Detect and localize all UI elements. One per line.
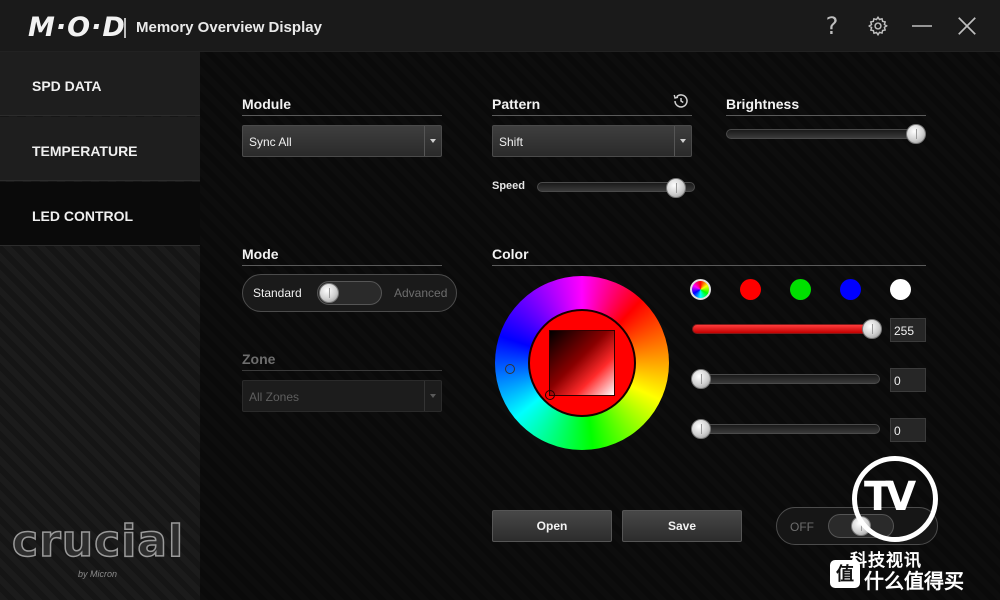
zone-heading: Zone <box>242 351 442 371</box>
red-value-field[interactable]: 255 <box>890 318 926 342</box>
green-swatch[interactable] <box>790 279 811 300</box>
module-dropdown[interactable]: Sync All <box>242 125 442 157</box>
zone-dropdown-value: All Zones <box>249 390 300 404</box>
app-title: Memory Overview Display <box>136 19 322 36</box>
micron-logo: by Micron <box>78 569 118 579</box>
green-channel-slider[interactable] <box>692 374 880 384</box>
sidebar-item-label: SPD DATA <box>32 78 102 94</box>
rainbow-swatch[interactable] <box>690 279 711 300</box>
close-icon[interactable] <box>953 12 981 40</box>
mode-toggle-switch[interactable] <box>317 281 382 305</box>
red-channel-knob[interactable] <box>862 319 882 339</box>
green-value-field[interactable]: 0 <box>890 368 926 392</box>
chevron-down-icon <box>424 126 441 156</box>
zone-dropdown: All Zones <box>242 380 442 412</box>
sidebar-item-label: LED CONTROL <box>32 208 134 224</box>
gear-icon[interactable] <box>864 12 892 40</box>
watermark-badge: 值 <box>830 560 860 588</box>
hue-marker[interactable] <box>505 364 515 374</box>
mode-standard-label: Standard <box>253 286 302 300</box>
blue-value-field[interactable]: 0 <box>890 418 926 442</box>
speed-slider-knob[interactable] <box>666 178 686 198</box>
power-off-label: OFF <box>790 520 814 534</box>
chevron-down-icon <box>674 126 691 156</box>
blue-swatch[interactable] <box>840 279 861 300</box>
title-divider <box>124 18 126 38</box>
pattern-dropdown[interactable]: Shift <box>492 125 692 157</box>
saturation-value-marker[interactable] <box>545 390 555 400</box>
sidebar-item-spd-data[interactable]: SPD DATA <box>0 52 200 116</box>
chevron-down-icon <box>424 381 441 411</box>
sidebar-item-label: TEMPERATURE <box>32 143 138 159</box>
pattern-heading: Pattern <box>492 96 692 116</box>
mode-heading: Mode <box>242 246 442 266</box>
history-icon[interactable] <box>672 92 690 110</box>
sidebar-item-temperature[interactable]: TEMPERATURE <box>0 117 200 181</box>
red-channel-slider[interactable] <box>692 324 880 334</box>
open-button[interactable]: Open <box>492 510 612 542</box>
title-bar: M·O·D Memory Overview Display ? <box>0 0 1000 52</box>
saturation-value-square[interactable] <box>549 330 615 396</box>
blue-channel-knob[interactable] <box>691 419 711 439</box>
brightness-slider[interactable] <box>726 129 926 139</box>
white-swatch[interactable] <box>890 279 911 300</box>
color-heading: Color <box>492 246 926 266</box>
watermark-letters: TV <box>864 474 916 520</box>
minimize-icon[interactable] <box>908 12 936 40</box>
green-channel-knob[interactable] <box>691 369 711 389</box>
speed-label: Speed <box>492 180 526 192</box>
watermark-subtext: 什么值得买 <box>864 569 964 593</box>
brightness-slider-knob[interactable] <box>906 124 926 144</box>
module-heading: Module <box>242 96 442 116</box>
blue-channel-slider[interactable] <box>692 424 880 434</box>
help-icon[interactable]: ? <box>818 12 846 40</box>
save-button[interactable]: Save <box>622 510 742 542</box>
crucial-logo: crucial <box>11 515 185 568</box>
brightness-heading: Brightness <box>726 96 926 116</box>
pattern-dropdown-value: Shift <box>499 135 524 149</box>
red-swatch[interactable] <box>740 279 761 300</box>
sidebar-item-led-control[interactable]: LED CONTROL <box>0 182 200 246</box>
module-dropdown-value: Sync All <box>249 135 292 149</box>
app-logo: M·O·D <box>28 12 126 43</box>
mode-advanced-label: Advanced <box>394 286 448 300</box>
mode-toggle-knob[interactable] <box>319 283 339 303</box>
